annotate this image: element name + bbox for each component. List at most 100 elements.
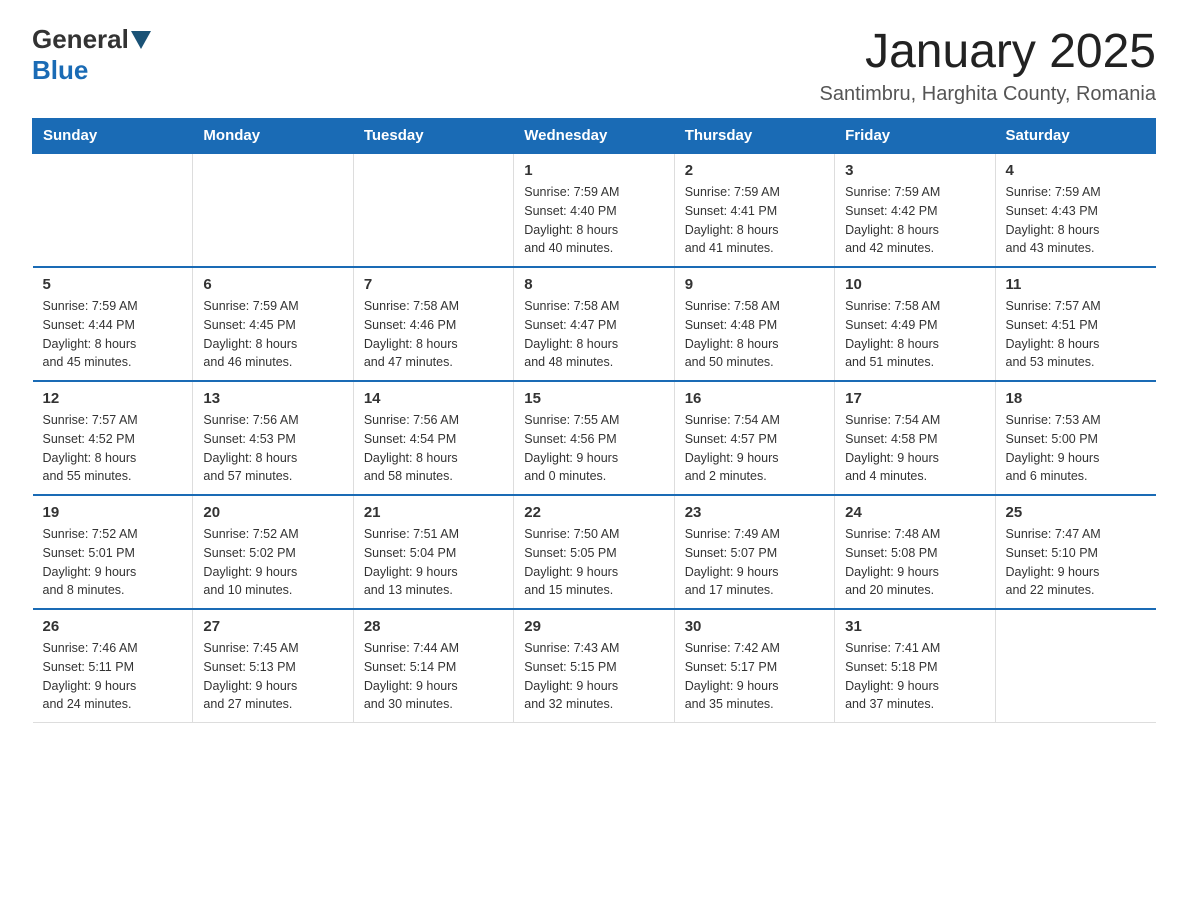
day-info: Sunrise: 7:56 AMSunset: 4:54 PMDaylight:…	[364, 411, 503, 486]
calendar-cell: 6 Sunrise: 7:59 AMSunset: 4:45 PMDaylight…	[193, 267, 353, 381]
calendar-cell	[995, 609, 1155, 723]
calendar-cell	[33, 153, 193, 267]
calendar-cell: 4 Sunrise: 7:59 AMSunset: 4:43 PMDaylight…	[995, 153, 1155, 267]
day-info: Sunrise: 7:54 AMSunset: 4:57 PMDaylight:…	[685, 411, 824, 486]
calendar-cell: 7Sunrise: 7:58 AMSunset: 4:46 PMDaylight…	[353, 267, 513, 381]
calendar-week-row: 26Sunrise: 7:46 AMSunset: 5:11 PMDayligh…	[33, 609, 1156, 723]
day-number: 22	[524, 504, 663, 521]
calendar-header-thursday: Thursday	[674, 119, 834, 154]
day-info: Sunrise: 7:59 AMSunset: 4:43 PMDaylight:…	[1006, 183, 1146, 258]
day-number: 23	[685, 504, 824, 521]
day-info: Sunrise: 7:57 AMSunset: 4:51 PMDaylight:…	[1006, 297, 1146, 372]
day-info: Sunrise: 7:47 AMSunset: 5:10 PMDaylight:…	[1006, 525, 1146, 600]
calendar-table: SundayMondayTuesdayWednesdayThursdayFrid…	[32, 118, 1156, 723]
logo: General Blue	[32, 24, 153, 86]
day-info: Sunrise: 7:59 AMSunset: 4:41 PMDaylight:…	[685, 183, 824, 258]
day-number: 8	[524, 276, 663, 293]
calendar-header-row: SundayMondayTuesdayWednesdayThursdayFrid…	[33, 119, 1156, 154]
day-number: 7	[364, 276, 503, 293]
calendar-week-row: 5 Sunrise: 7:59 AMSunset: 4:44 PMDaylight…	[33, 267, 1156, 381]
day-number: 29	[524, 618, 663, 635]
calendar-cell: 30 Sunrise: 7:42 AMSunset: 5:17 PMDayligh…	[674, 609, 834, 723]
day-number: 10	[845, 276, 984, 293]
calendar-cell: 9 Sunrise: 7:58 AMSunset: 4:48 PMDaylight…	[674, 267, 834, 381]
day-number: 19	[43, 504, 183, 521]
calendar-cell: 5 Sunrise: 7:59 AMSunset: 4:44 PMDaylight…	[33, 267, 193, 381]
calendar-header-tuesday: Tuesday	[353, 119, 513, 154]
day-info: Sunrise: 7:56 AMSunset: 4:53 PMDaylight:…	[203, 411, 342, 486]
day-number: 27	[203, 618, 342, 635]
calendar-cell: 24 Sunrise: 7:48 AMSunset: 5:08 PMDayligh…	[835, 495, 995, 609]
day-number: 18	[1006, 390, 1146, 407]
day-number: 9	[685, 276, 824, 293]
day-info: Sunrise: 7:58 AMSunset: 4:48 PMDaylight:…	[685, 297, 824, 372]
day-number: 17	[845, 390, 984, 407]
day-info: Sunrise: 7:44 AMSunset: 5:14 PMDaylight:…	[364, 639, 503, 714]
day-number: 3	[845, 162, 984, 179]
day-number: 14	[364, 390, 503, 407]
calendar-cell: 16 Sunrise: 7:54 AMSunset: 4:57 PMDayligh…	[674, 381, 834, 495]
day-number: 16	[685, 390, 824, 407]
calendar-cell: 14 Sunrise: 7:56 AMSunset: 4:54 PMDayligh…	[353, 381, 513, 495]
day-info: Sunrise: 7:43 AMSunset: 5:15 PMDaylight:…	[524, 639, 663, 714]
day-info: Sunrise: 7:59 AMSunset: 4:44 PMDaylight:…	[43, 297, 183, 372]
logo-triangle-icon	[131, 31, 151, 49]
day-info: Sunrise: 7:45 AMSunset: 5:13 PMDaylight:…	[203, 639, 342, 714]
calendar-cell: 3 Sunrise: 7:59 AMSunset: 4:42 PMDaylight…	[835, 153, 995, 267]
title-block: January 2025 Santimbru, Harghita County,…	[820, 24, 1156, 106]
day-number: 31	[845, 618, 984, 635]
day-number: 12	[43, 390, 183, 407]
calendar-cell: 15 Sunrise: 7:55 AMSunset: 4:56 PMDayligh…	[514, 381, 674, 495]
day-info: Sunrise: 7:59 AMSunset: 4:42 PMDaylight:…	[845, 183, 984, 258]
calendar-cell: 13 Sunrise: 7:56 AMSunset: 4:53 PMDayligh…	[193, 381, 353, 495]
day-info: Sunrise: 7:48 AMSunset: 5:08 PMDaylight:…	[845, 525, 984, 600]
day-number: 6	[203, 276, 342, 293]
calendar-cell: 20Sunrise: 7:52 AMSunset: 5:02 PMDayligh…	[193, 495, 353, 609]
day-info: Sunrise: 7:46 AMSunset: 5:11 PMDaylight:…	[43, 639, 183, 714]
day-number: 4	[1006, 162, 1146, 179]
day-number: 21	[364, 504, 503, 521]
day-info: Sunrise: 7:52 AMSunset: 5:02 PMDaylight:…	[203, 525, 342, 600]
day-info: Sunrise: 7:54 AMSunset: 4:58 PMDaylight:…	[845, 411, 984, 486]
calendar-week-row: 12 Sunrise: 7:57 AMSunset: 4:52 PMDayligh…	[33, 381, 1156, 495]
day-number: 2	[685, 162, 824, 179]
day-info: Sunrise: 7:59 AMSunset: 4:40 PMDaylight:…	[524, 183, 663, 258]
page-header: General Blue January 2025 Santimbru, Har…	[32, 24, 1156, 106]
day-info: Sunrise: 7:59 AMSunset: 4:45 PMDaylight:…	[203, 297, 342, 372]
calendar-cell: 2 Sunrise: 7:59 AMSunset: 4:41 PMDaylight…	[674, 153, 834, 267]
calendar-cell: 28Sunrise: 7:44 AMSunset: 5:14 PMDayligh…	[353, 609, 513, 723]
day-number: 30	[685, 618, 824, 635]
day-info: Sunrise: 7:58 AMSunset: 4:49 PMDaylight:…	[845, 297, 984, 372]
subtitle: Santimbru, Harghita County, Romania	[820, 83, 1156, 106]
calendar-cell: 22 Sunrise: 7:50 AMSunset: 5:05 PMDayligh…	[514, 495, 674, 609]
calendar-cell: 11Sunrise: 7:57 AMSunset: 4:51 PMDayligh…	[995, 267, 1155, 381]
day-info: Sunrise: 7:51 AMSunset: 5:04 PMDaylight:…	[364, 525, 503, 600]
calendar-cell: 19Sunrise: 7:52 AMSunset: 5:01 PMDayligh…	[33, 495, 193, 609]
day-number: 1	[524, 162, 663, 179]
day-info: Sunrise: 7:50 AMSunset: 5:05 PMDaylight:…	[524, 525, 663, 600]
day-info: Sunrise: 7:55 AMSunset: 4:56 PMDaylight:…	[524, 411, 663, 486]
day-number: 5	[43, 276, 183, 293]
calendar-header-saturday: Saturday	[995, 119, 1155, 154]
calendar-cell: 27 Sunrise: 7:45 AMSunset: 5:13 PMDayligh…	[193, 609, 353, 723]
calendar-cell: 21 Sunrise: 7:51 AMSunset: 5:04 PMDayligh…	[353, 495, 513, 609]
day-number: 15	[524, 390, 663, 407]
day-number: 13	[203, 390, 342, 407]
calendar-cell: 26Sunrise: 7:46 AMSunset: 5:11 PMDayligh…	[33, 609, 193, 723]
calendar-cell: 8 Sunrise: 7:58 AMSunset: 4:47 PMDaylight…	[514, 267, 674, 381]
day-info: Sunrise: 7:53 AMSunset: 5:00 PMDaylight:…	[1006, 411, 1146, 486]
calendar-cell: 18 Sunrise: 7:53 AMSunset: 5:00 PMDayligh…	[995, 381, 1155, 495]
calendar-cell: 25 Sunrise: 7:47 AMSunset: 5:10 PMDayligh…	[995, 495, 1155, 609]
day-number: 25	[1006, 504, 1146, 521]
day-info: Sunrise: 7:49 AMSunset: 5:07 PMDaylight:…	[685, 525, 824, 600]
day-number: 24	[845, 504, 984, 521]
day-info: Sunrise: 7:58 AMSunset: 4:47 PMDaylight:…	[524, 297, 663, 372]
day-info: Sunrise: 7:42 AMSunset: 5:17 PMDaylight:…	[685, 639, 824, 714]
calendar-cell: 31 Sunrise: 7:41 AMSunset: 5:18 PMDayligh…	[835, 609, 995, 723]
calendar-cell: 1 Sunrise: 7:59 AMSunset: 4:40 PMDaylight…	[514, 153, 674, 267]
calendar-cell: 23 Sunrise: 7:49 AMSunset: 5:07 PMDayligh…	[674, 495, 834, 609]
logo-blue-text: Blue	[32, 55, 88, 85]
day-info: Sunrise: 7:57 AMSunset: 4:52 PMDaylight:…	[43, 411, 183, 486]
day-info: Sunrise: 7:41 AMSunset: 5:18 PMDaylight:…	[845, 639, 984, 714]
calendar-cell: 10 Sunrise: 7:58 AMSunset: 4:49 PMDayligh…	[835, 267, 995, 381]
